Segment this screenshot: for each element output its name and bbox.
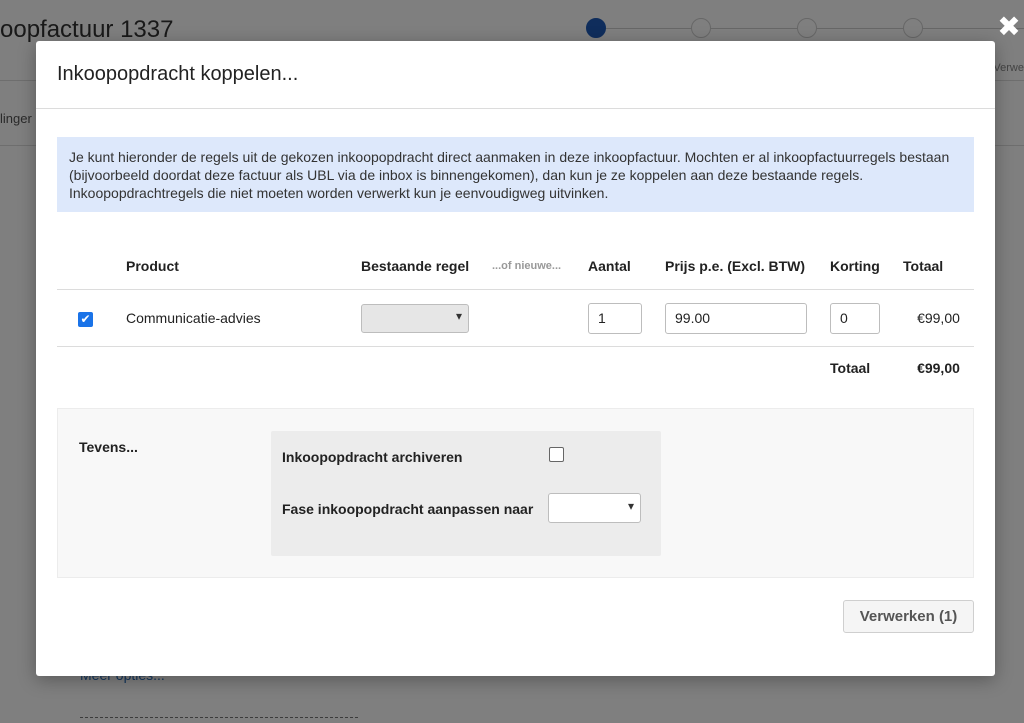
extra-options-label: Tevens... — [79, 439, 138, 455]
archive-checkbox[interactable] — [549, 447, 564, 462]
order-lines-table: Product Bestaande regel ...of nieuwe... … — [57, 242, 974, 389]
header-select — [57, 242, 126, 290]
table-total-row: Totaal €99,00 — [57, 347, 974, 390]
close-icon[interactable]: ✖ — [996, 13, 1022, 41]
row-total: €99,00 — [903, 289, 974, 347]
unit-price-input[interactable]: 99.00 — [665, 302, 807, 334]
row-product: Communicatie-advies — [126, 289, 361, 347]
extra-options-panel: Tevens... Inkoopopdracht archiveren Fase… — [57, 408, 974, 578]
archive-label: Inkoopopdracht archiveren — [282, 449, 463, 465]
row-or-new-cell — [492, 289, 588, 347]
header-unit-price: Prijs p.e. (Excl. BTW) — [665, 257, 806, 274]
chevron-down-icon: ▾ — [455, 308, 462, 323]
phase-select[interactable]: ▾ — [548, 493, 641, 523]
chevron-down-icon: ▾ — [627, 499, 634, 513]
info-box: Je kunt hieronder de regels uit de gekoz… — [57, 137, 974, 212]
quantity-input[interactable]: 1 — [588, 302, 642, 334]
table-header-row: Product Bestaande regel ...of nieuwe... … — [57, 242, 974, 290]
header-existing-line: Bestaande regel — [361, 257, 470, 274]
modal-title: Inkoopopdracht koppelen... — [57, 63, 299, 85]
total-value: €99,00 — [917, 360, 960, 376]
phase-label: Fase inkoopopdracht aanpassen naar — [282, 501, 534, 517]
extra-options-inner: Inkoopopdracht archiveren Fase inkoopopd… — [271, 431, 661, 556]
row-checkbox[interactable]: ✔ — [78, 311, 93, 327]
modal-header: Inkoopopdracht koppelen... — [36, 41, 995, 109]
header-or-new: ...of nieuwe... — [492, 259, 562, 272]
process-button[interactable]: Verwerken (1) — [843, 600, 974, 633]
link-purchase-order-modal: Inkoopopdracht koppelen... Je kunt hiero… — [36, 41, 995, 676]
discount-input[interactable]: 0 — [830, 302, 880, 334]
check-icon: ✔ — [80, 311, 91, 326]
header-total: Totaal — [903, 257, 944, 274]
header-quantity: Aantal — [588, 257, 631, 274]
total-label: Totaal — [830, 360, 871, 376]
table-row: ✔ Communicatie-advies ▾ 1 99.00 0 €99,00 — [57, 289, 974, 347]
existing-line-select[interactable]: ▾ — [361, 303, 469, 333]
header-product: Product — [126, 257, 179, 274]
header-discount: Korting — [830, 257, 880, 274]
